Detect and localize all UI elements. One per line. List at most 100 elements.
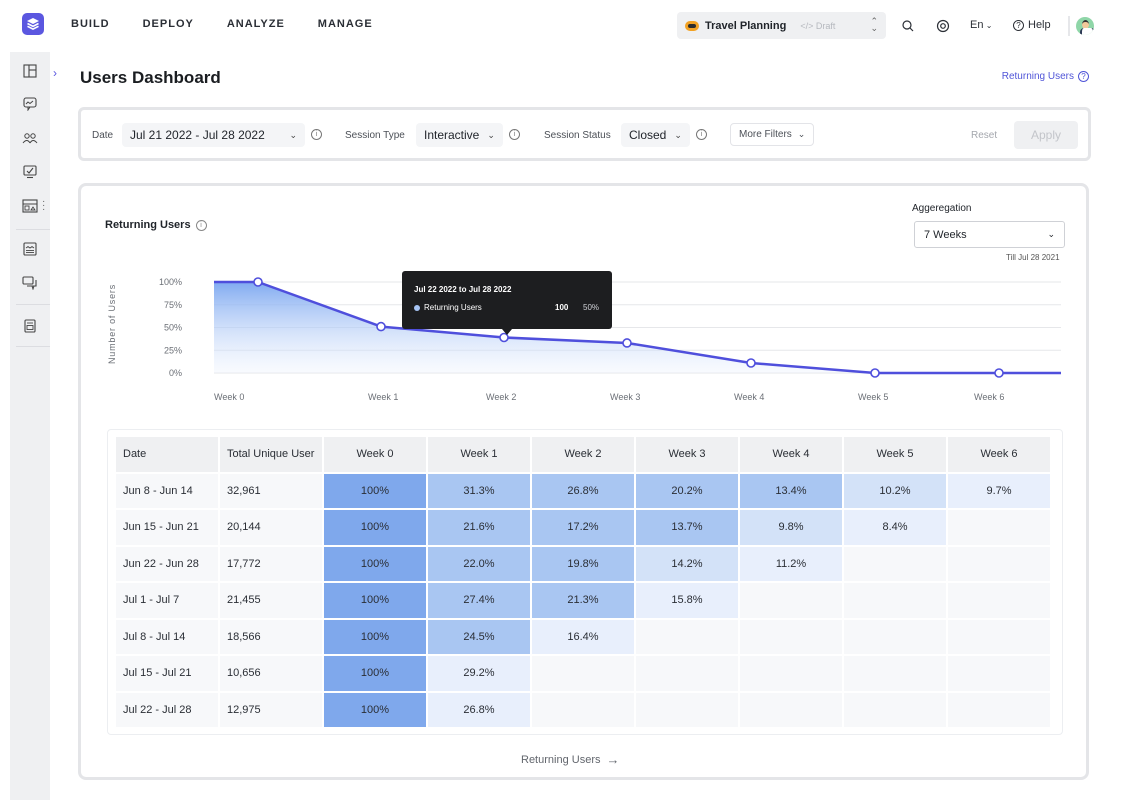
cohort-date-cell: Jul 22 - Jul 28 bbox=[116, 692, 218, 727]
user-avatar[interactable] bbox=[1076, 17, 1094, 35]
retention-cell bbox=[844, 619, 946, 654]
chevron-right-icon[interactable]: › bbox=[53, 66, 57, 80]
retention-cell bbox=[740, 619, 842, 654]
nav-manage[interactable]: MANAGE bbox=[318, 18, 373, 30]
column-header[interactable]: Week 2 bbox=[532, 437, 634, 472]
column-header[interactable]: Total Unique User bbox=[220, 437, 322, 472]
retention-cell bbox=[948, 510, 1050, 545]
retention-cell: 16.4% bbox=[532, 619, 634, 654]
document-icon[interactable] bbox=[22, 319, 38, 333]
retention-cell: 21.6% bbox=[428, 510, 530, 545]
retention-cell bbox=[948, 692, 1050, 727]
chat-analytics-icon[interactable] bbox=[22, 97, 38, 111]
series-dot-icon bbox=[414, 305, 420, 311]
y-tick-label: 0% bbox=[169, 368, 182, 378]
sidebar-divider bbox=[16, 229, 50, 230]
conversations-icon[interactable] bbox=[22, 276, 38, 290]
retention-cell bbox=[844, 546, 946, 581]
more-options-icon[interactable]: · · · bbox=[42, 197, 45, 215]
reset-button[interactable]: Reset bbox=[971, 130, 997, 141]
retention-cell: 14.2% bbox=[636, 546, 738, 581]
retention-cell: 8.4% bbox=[844, 510, 946, 545]
dashboard-card-icon[interactable] bbox=[22, 199, 38, 213]
retention-cell: 27.4% bbox=[428, 583, 530, 618]
info-icon[interactable]: i bbox=[696, 129, 707, 140]
table-row: Jul 15 - Jul 21 10,656 100% 29.2% bbox=[116, 656, 1050, 691]
help-label: Help bbox=[1028, 19, 1051, 31]
total-users-cell: 10,656 bbox=[220, 656, 322, 691]
monitor-check-icon[interactable] bbox=[22, 165, 38, 179]
table-header-row: Date Total Unique User Week 0 Week 1 Week 2W… bbox=[116, 437, 1050, 472]
divider bbox=[1068, 16, 1070, 36]
filter-bar: Date Jul 21 2022 - Jul 28 2022 ⌄ i Sessi… bbox=[78, 107, 1091, 161]
session-type-select[interactable]: Interactive ⌄ bbox=[416, 123, 503, 147]
apply-button[interactable]: Apply bbox=[1014, 121, 1078, 149]
project-selector[interactable]: Travel Planning </> Draft ⌃ ⌄ bbox=[677, 12, 886, 39]
session-status-select[interactable]: Closed ⌄ bbox=[621, 123, 690, 147]
cohort-date-cell: Jun 22 - Jun 28 bbox=[116, 546, 218, 581]
retention-cell: 21.3% bbox=[532, 583, 634, 618]
more-filters-button[interactable]: More Filters ⌄ bbox=[730, 123, 815, 146]
nav-deploy[interactable]: DEPLOY bbox=[143, 18, 194, 30]
session-status-value: Closed bbox=[629, 128, 667, 142]
tooltip-series: Returning Users bbox=[424, 303, 482, 312]
retention-cell: 20.2% bbox=[636, 473, 738, 508]
settings-icon[interactable] bbox=[936, 19, 950, 33]
search-icon[interactable] bbox=[902, 20, 914, 32]
users-icon[interactable] bbox=[22, 131, 38, 145]
tooltip-date: Jul 22 2022 to Jul 28 2022 bbox=[414, 285, 512, 294]
info-icon[interactable]: i bbox=[509, 129, 520, 140]
nav-analyze[interactable]: ANALYZE bbox=[227, 18, 285, 30]
data-point bbox=[376, 321, 386, 332]
y-tick-label: 100% bbox=[159, 277, 182, 287]
x-tick-label: Week 4 bbox=[734, 392, 764, 402]
table-row: Jul 22 - Jul 28 12,975 100% 26.8% bbox=[116, 692, 1050, 727]
top-bar: BUILD DEPLOY ANALYZE MANAGE Travel Plann… bbox=[0, 0, 1124, 52]
more-filters-label: More Filters bbox=[739, 129, 792, 140]
column-header[interactable]: Week 6 bbox=[948, 437, 1050, 472]
column-header[interactable]: Date bbox=[116, 437, 218, 472]
y-tick-label: 25% bbox=[164, 345, 182, 355]
cohort-date-cell: Jun 8 - Jun 14 bbox=[116, 473, 218, 508]
chevron-down-icon: ⌄ bbox=[674, 129, 682, 140]
question-icon: ? bbox=[1078, 71, 1089, 82]
column-header[interactable]: Week 5 bbox=[844, 437, 946, 472]
x-tick-label: Week 6 bbox=[974, 392, 1004, 402]
date-range-select[interactable]: Jul 21 2022 - Jul 28 2022 ⌄ bbox=[122, 123, 305, 147]
retention-cell: 100% bbox=[324, 619, 426, 654]
returning-users-help-link[interactable]: Returning Users ? bbox=[1002, 71, 1089, 82]
retention-cell: 100% bbox=[324, 583, 426, 618]
help-button[interactable]: ? Help bbox=[1013, 19, 1051, 31]
retention-cell: 13.4% bbox=[740, 473, 842, 508]
table-row: Jun 15 - Jun 21 20,144 100% 21.6% 17.2% 13.7%… bbox=[116, 510, 1050, 545]
retention-cell bbox=[636, 656, 738, 691]
table-row: Jun 8 - Jun 14 32,961 100% 31.3% 26.8% 20.2% 1… bbox=[116, 473, 1050, 508]
layout-icon[interactable] bbox=[22, 64, 38, 78]
language-selector[interactable]: En ⌄ bbox=[970, 19, 992, 31]
nav-build[interactable]: BUILD bbox=[71, 18, 110, 30]
x-tick-label: Week 0 bbox=[214, 392, 244, 402]
table-row: Jun 22 - Jun 28 17,772 100% 22.0% 19.8% 14.2%… bbox=[116, 546, 1050, 581]
cohort-date-cell: Jul 15 - Jul 21 bbox=[116, 656, 218, 691]
column-header[interactable]: Week 3 bbox=[636, 437, 738, 472]
session-type-label: Session Type bbox=[345, 130, 405, 141]
x-tick-label: Week 3 bbox=[610, 392, 640, 402]
column-header[interactable]: Week 0 bbox=[324, 437, 426, 472]
retention-cell bbox=[532, 692, 634, 727]
sidebar: · · · bbox=[10, 52, 50, 800]
project-status: </> Draft bbox=[800, 21, 835, 31]
retention-cell: 15.8% bbox=[636, 583, 738, 618]
report-icon[interactable] bbox=[22, 242, 38, 256]
retention-cell: 24.5% bbox=[428, 619, 530, 654]
help-icon: ? bbox=[1013, 19, 1024, 31]
sidebar-divider bbox=[16, 346, 50, 347]
info-icon[interactable]: i bbox=[311, 129, 322, 140]
updown-chevron-icon: ⌃ ⌄ bbox=[870, 16, 878, 33]
column-header[interactable]: Week 4 bbox=[740, 437, 842, 472]
column-header[interactable]: Week 1 bbox=[428, 437, 530, 472]
tooltip-value: 100 bbox=[555, 303, 569, 312]
app-logo[interactable] bbox=[22, 13, 44, 35]
total-users-cell: 32,961 bbox=[220, 473, 322, 508]
returning-users-link[interactable]: Returning Users → bbox=[521, 752, 619, 767]
retention-cell: 26.8% bbox=[428, 692, 530, 727]
